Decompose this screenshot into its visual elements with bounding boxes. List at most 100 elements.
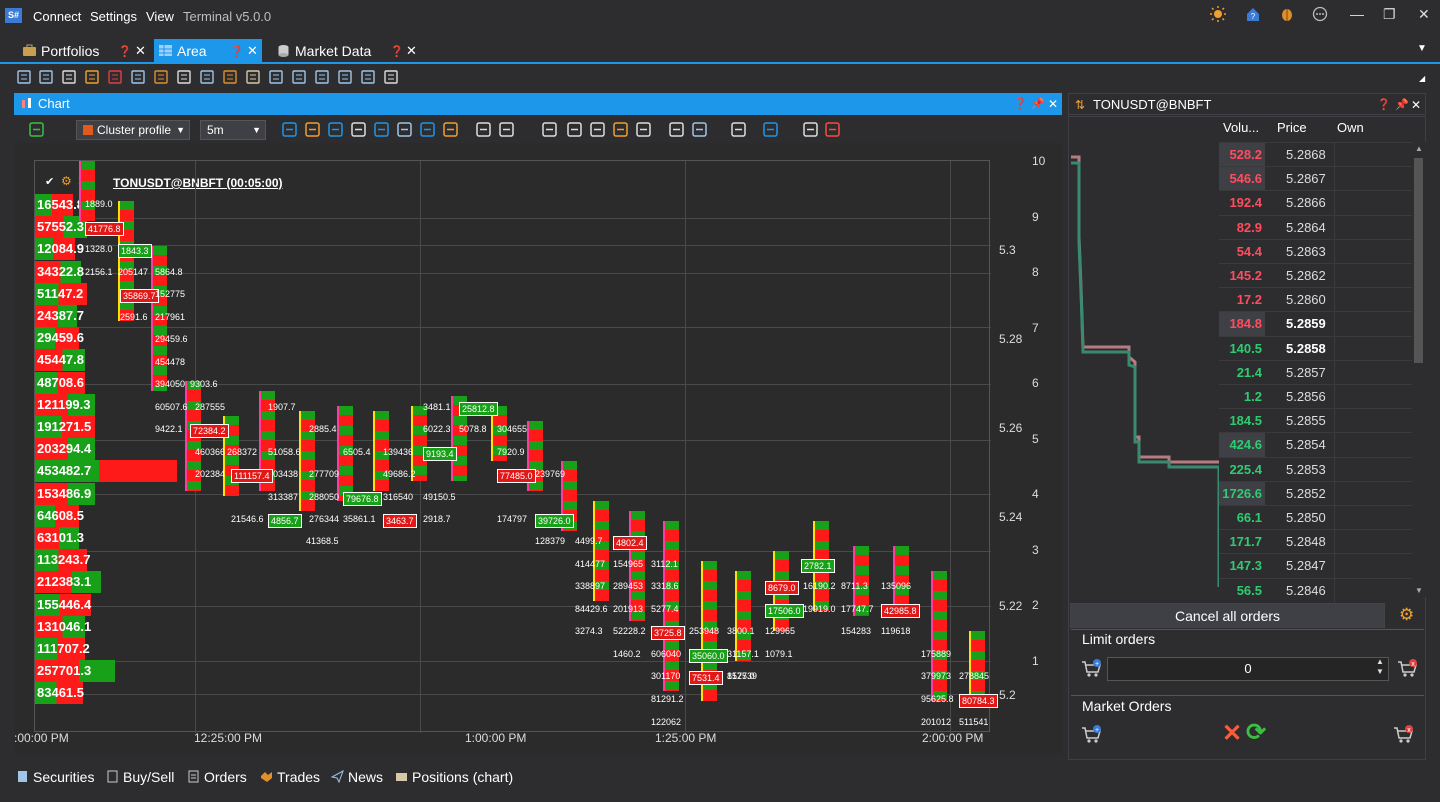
security-picker-icon[interactable] bbox=[16, 69, 32, 85]
horizontal-line-icon[interactable] bbox=[541, 121, 558, 138]
pencil-icon[interactable] bbox=[268, 69, 284, 85]
tab-help-icon[interactable]: ❓ bbox=[390, 45, 404, 58]
panel-pin-icon[interactable]: 📌 bbox=[1395, 94, 1409, 116]
col-volume[interactable]: Volu... bbox=[1223, 120, 1259, 135]
limit-buy-cart-icon[interactable]: + bbox=[1081, 659, 1103, 679]
tab-close-icon[interactable]: ✕ bbox=[135, 43, 146, 59]
report-icon[interactable] bbox=[176, 69, 192, 85]
orderbook-row[interactable]: 192.45.2866 bbox=[1219, 190, 1412, 214]
cancel-all-orders-button[interactable]: Cancel all orders bbox=[1070, 603, 1385, 628]
delete-icon[interactable] bbox=[824, 121, 841, 138]
document-icon[interactable] bbox=[350, 121, 367, 138]
cluster-candle[interactable] bbox=[81, 161, 95, 221]
col-price[interactable]: Price bbox=[1277, 120, 1307, 135]
timeframe-dropdown[interactable]: 5m▼ bbox=[200, 120, 266, 140]
series-settings-gear-icon[interactable]: ⚙ bbox=[61, 174, 72, 188]
cluster-candle[interactable] bbox=[933, 571, 947, 701]
notes-icon[interactable] bbox=[730, 121, 747, 138]
orderbook-row[interactable]: 54.45.2863 bbox=[1219, 239, 1412, 263]
grid-icon[interactable] bbox=[337, 69, 353, 85]
refresh-icon[interactable]: ⟳ bbox=[1246, 718, 1266, 747]
toolbar-overflow-icon[interactable]: ◢ bbox=[1419, 74, 1425, 83]
document-icon[interactable] bbox=[61, 69, 77, 85]
cluster-icon[interactable] bbox=[442, 121, 459, 138]
col-own[interactable]: Own bbox=[1337, 120, 1364, 135]
orderbook-row[interactable]: 147.35.2847 bbox=[1219, 553, 1412, 577]
orderbook-row[interactable]: 1726.65.2852 bbox=[1219, 481, 1412, 505]
line-chart-icon[interactable] bbox=[130, 69, 146, 85]
orderbook-row[interactable]: 66.15.2850 bbox=[1219, 505, 1412, 529]
orderbook-row[interactable]: 424.65.2854 bbox=[1219, 432, 1412, 456]
series-title[interactable]: TONUSDT@BNBFT (00:05:00) bbox=[113, 176, 283, 190]
tab-close-icon[interactable]: ✕ bbox=[247, 43, 258, 59]
panel-close-icon[interactable]: ✕ bbox=[1411, 94, 1421, 116]
orderbook-row[interactable]: 82.95.2864 bbox=[1219, 215, 1412, 239]
tab-portfolios[interactable]: Portfolios ❓ ✕ bbox=[18, 39, 150, 64]
tag-icon[interactable] bbox=[762, 121, 779, 138]
updown-arrows-icon[interactable] bbox=[84, 69, 100, 85]
chart-plot-area[interactable]: ✔ ⚙ ✕ TONUSDT@BNBFT (00:05:00) 16543.857… bbox=[34, 160, 990, 732]
orderbook-row[interactable]: 184.85.2859 bbox=[1219, 311, 1412, 335]
panel-pin-icon[interactable]: 📌 bbox=[1031, 93, 1045, 115]
tab-news[interactable]: News bbox=[331, 769, 383, 785]
trendline-icon[interactable] bbox=[475, 121, 492, 138]
crosshair-icon[interactable] bbox=[373, 121, 390, 138]
panel-close-icon[interactable]: ✕ bbox=[1048, 93, 1058, 115]
scrollbar-thumb[interactable] bbox=[1414, 158, 1423, 363]
restore-icon[interactable]: ❐ bbox=[1383, 6, 1396, 23]
orderbook-row[interactable]: 140.55.2858 bbox=[1219, 336, 1412, 360]
limit-volume-input[interactable]: 0 bbox=[1107, 657, 1389, 681]
orderbook-row[interactable]: 225.45.2853 bbox=[1219, 457, 1412, 481]
tab-positions-chart[interactable]: Positions (chart) bbox=[395, 769, 513, 785]
minimize-icon[interactable]: — bbox=[1350, 6, 1364, 22]
cluster-profile-dropdown[interactable]: Cluster profile▼ bbox=[76, 120, 190, 140]
theme-sun-icon[interactable] bbox=[1210, 6, 1226, 22]
orderbook-row[interactable]: 528.25.2868 bbox=[1219, 142, 1412, 166]
menu-connect[interactable]: Connect bbox=[33, 9, 81, 24]
orderbook-row[interactable]: 171.75.2848 bbox=[1219, 529, 1412, 553]
portfolio-icon[interactable] bbox=[199, 69, 215, 85]
indicator-icon[interactable] bbox=[314, 69, 330, 85]
briefcase-icon[interactable] bbox=[245, 69, 261, 85]
tab-area[interactable]: Area ❓ ✕ bbox=[154, 39, 262, 64]
tab-help-icon[interactable]: ❓ bbox=[118, 45, 132, 58]
orderbook-row[interactable]: 184.55.2855 bbox=[1219, 408, 1412, 432]
help-icon[interactable]: ? bbox=[1245, 6, 1261, 22]
tab-trades[interactable]: Trades bbox=[260, 769, 320, 785]
rectangle-icon[interactable] bbox=[566, 121, 583, 138]
orderbook-row[interactable]: 21.45.2857 bbox=[1219, 360, 1412, 384]
menu-settings[interactable]: Settings bbox=[90, 9, 137, 24]
volume-profile-icon[interactable] bbox=[419, 121, 436, 138]
cluster-candle[interactable] bbox=[737, 571, 751, 661]
orderbook-row[interactable]: 56.55.2846 bbox=[1219, 578, 1412, 602]
menu-view[interactable]: View bbox=[146, 9, 174, 24]
close-icon[interactable]: ✕ bbox=[1418, 6, 1430, 23]
copy-icon[interactable] bbox=[802, 121, 819, 138]
bug-report-icon[interactable] bbox=[1279, 6, 1295, 22]
orderbook-settings-gear-icon[interactable]: ⚙ bbox=[1399, 605, 1414, 625]
orderbook-row[interactable]: 17.25.2860 bbox=[1219, 287, 1412, 311]
limit-sell-cart-icon[interactable]: x bbox=[1397, 659, 1419, 679]
export-icon[interactable] bbox=[668, 121, 685, 138]
cluster-candle[interactable] bbox=[120, 201, 134, 321]
chart-icon[interactable] bbox=[360, 69, 376, 85]
orderbook-scrollbar[interactable]: ▲ ▼ bbox=[1412, 142, 1426, 597]
updown-arrows-icon[interactable] bbox=[304, 121, 321, 138]
market-buy-cart-icon[interactable]: + bbox=[1081, 725, 1103, 745]
tab-securities[interactable]: Securities bbox=[16, 769, 94, 785]
table-icon[interactable] bbox=[38, 69, 54, 85]
handshake-icon[interactable] bbox=[153, 69, 169, 85]
panel-help-icon[interactable]: ❓ bbox=[1013, 93, 1027, 115]
cluster-candle[interactable] bbox=[895, 546, 909, 611]
cancel-market-orders-icon[interactable]: ✕ bbox=[1222, 719, 1242, 748]
arrow-icon[interactable] bbox=[498, 121, 515, 138]
add-element-icon[interactable] bbox=[28, 121, 45, 138]
tab-close-icon[interactable]: ✕ bbox=[406, 43, 417, 59]
draw-mode-icon[interactable] bbox=[281, 121, 298, 138]
panel-help-icon[interactable]: ❓ bbox=[1377, 94, 1391, 116]
page-icon[interactable] bbox=[383, 69, 399, 85]
orderbook-row[interactable]: 145.25.2862 bbox=[1219, 263, 1412, 287]
tab-help-icon[interactable]: ❓ bbox=[230, 45, 244, 58]
candles-icon[interactable] bbox=[107, 69, 123, 85]
legend-icon[interactable] bbox=[327, 121, 344, 138]
